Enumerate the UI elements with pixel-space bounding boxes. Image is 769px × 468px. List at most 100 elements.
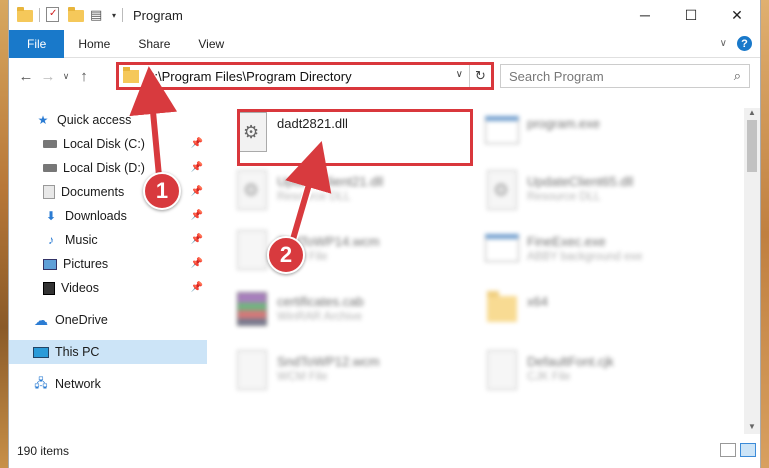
archive-icon (231, 288, 271, 334)
back-arrow-icon[interactable]: ← (15, 68, 37, 85)
file-item-x64[interactable]: x64 (481, 288, 721, 342)
file-name: FineExec.exe (527, 234, 606, 249)
sidebar-item-local-disk-c[interactable]: Local Disk (C:) 📌 (9, 132, 207, 156)
large-icons-view-icon[interactable] (740, 443, 756, 457)
close-button[interactable]: ✕ (714, 0, 760, 30)
sidebar-item-quick-access[interactable]: ★ Quick access (9, 108, 207, 132)
sidebar-item-label: Network (55, 377, 101, 391)
scroll-thumb[interactable] (747, 120, 757, 172)
search-placeholder: Search Program (509, 68, 604, 84)
scroll-up-icon[interactable]: ▲ (744, 108, 760, 120)
quick-access-toolbar: ▤ ▾ (9, 7, 124, 23)
disk-icon (43, 164, 57, 172)
music-icon: ♪ (48, 233, 54, 247)
minimize-button[interactable]: ─ (622, 0, 668, 30)
file-item-defaultfont[interactable]: DefaultFont.cjk CJK File (481, 348, 721, 402)
status-bar: 190 items (9, 434, 760, 468)
file-item-updateclient21[interactable]: ⚙ UpdateClient21.dll Resource DLL (231, 168, 471, 222)
exe-icon (481, 228, 521, 274)
ribbon-tabs: File Home Share View ∨ ? (9, 29, 760, 58)
pin-icon[interactable]: 📌 (191, 162, 203, 173)
vertical-scrollbar[interactable]: ▲ ▼ (744, 108, 760, 434)
computer-icon (33, 346, 49, 358)
documents-icon (43, 185, 55, 199)
file-icon (481, 348, 521, 394)
sidebar-item-local-disk-d[interactable]: Local Disk (D:) 📌 (9, 156, 207, 180)
sidebar-item-label: Videos (61, 281, 99, 295)
download-icon: ⬇ (45, 209, 57, 223)
dll-gear-icon: ⚙ (231, 168, 271, 214)
maximize-button[interactable]: ☐ (668, 0, 714, 30)
window-title: Program (133, 7, 183, 23)
tab-view[interactable]: View (184, 30, 238, 58)
file-name: SndToWP12.wcm (277, 354, 380, 369)
file-name: program.exe (527, 116, 600, 131)
pin-icon[interactable]: 📌 (191, 282, 203, 293)
pin-icon[interactable]: 📌 (191, 258, 203, 269)
address-bar[interactable]: C:\Program Files\Program Directory ∨ ↻ (116, 62, 494, 90)
refresh-icon[interactable]: ↻ (469, 65, 491, 87)
details-view-icon[interactable] (720, 443, 736, 457)
title-bar: ▤ ▾ Program ─ ☐ ✕ (9, 0, 760, 30)
sidebar-item-music[interactable]: ♪ Music 📌 (9, 228, 207, 252)
sidebar-item-label: This PC (55, 345, 100, 359)
videos-icon (43, 281, 55, 295)
sidebar-item-label: Downloads (65, 209, 127, 223)
file-item-certificates[interactable]: certificates.cab WinRAR Archive (231, 288, 471, 342)
sidebar-item-label: Documents (61, 185, 125, 199)
file-type: Resource DLL (527, 191, 601, 203)
sidebar-item-label: Local Disk (C:) (63, 137, 145, 151)
properties-icon[interactable] (46, 7, 62, 23)
sidebar-item-network[interactable]: 🖧 Network (9, 372, 207, 396)
file-name: UpdateClient65.dll (527, 174, 634, 189)
pin-icon[interactable]: 📌 (191, 210, 203, 221)
sidebar-item-label: Quick access (57, 113, 132, 127)
address-row: ← → ∨ ↑ C:\Program Files\Program Directo… (9, 58, 760, 94)
folder-icon (123, 66, 139, 83)
sidebar-item-videos[interactable]: Videos 📌 (9, 276, 207, 300)
callout-1: 1 (143, 172, 181, 210)
file-name: x64 (527, 294, 548, 309)
dll-gear-icon: ⚙ (481, 168, 521, 214)
explorer-window: ▤ ▾ Program ─ ☐ ✕ File Home Share View ∨… (8, 0, 761, 468)
customize-icon[interactable]: ▤ (90, 7, 106, 23)
search-icon[interactable]: ⌕ (734, 68, 741, 84)
file-name: UpdateClient21.dll (277, 174, 384, 189)
highlight-box (237, 109, 473, 166)
forward-arrow-icon[interactable]: → (37, 68, 59, 85)
sidebar-item-pictures[interactable]: Pictures 📌 (9, 252, 207, 276)
search-input[interactable]: Search Program ⌕ (500, 64, 750, 88)
navigation-pane: ★ Quick access Local Disk (C:) 📌 Local D… (9, 108, 207, 434)
ribbon-right: ∨ ? (720, 36, 752, 51)
new-folder-icon[interactable] (68, 7, 84, 23)
up-arrow-icon[interactable]: ↑ (73, 68, 95, 85)
pin-icon[interactable]: 📌 (191, 138, 203, 149)
sidebar-item-downloads[interactable]: ⬇ Downloads 📌 (9, 204, 207, 228)
star-icon: ★ (37, 113, 49, 127)
sidebar-item-label: Pictures (63, 257, 109, 271)
pin-icon[interactable]: 📌 (191, 186, 203, 197)
folder-icon (17, 7, 33, 23)
pin-icon[interactable]: 📌 (191, 234, 203, 245)
file-item-sndtowp12[interactable]: SndToWP12.wcm WCM File (231, 348, 471, 402)
scroll-down-icon[interactable]: ▼ (744, 422, 760, 434)
file-item-fineexec[interactable]: FineExec.exe ABBY background exe (481, 228, 721, 282)
file-icon (231, 228, 271, 274)
chevron-down-icon[interactable]: ∨ (456, 69, 463, 80)
sidebar-item-onedrive[interactable]: ☁ OneDrive (9, 308, 207, 332)
tab-home[interactable]: Home (64, 30, 124, 58)
recent-chevron-icon[interactable]: ∨ (59, 71, 73, 82)
help-icon[interactable]: ? (737, 36, 752, 51)
callout-2: 2 (267, 236, 305, 274)
sidebar-item-label: Local Disk (D:) (63, 161, 145, 175)
file-item-program-exe[interactable]: program.exe (481, 110, 721, 164)
expand-ribbon-icon[interactable]: ∨ (720, 38, 727, 49)
desktop-background-right (761, 0, 769, 468)
file-type: CJK File (527, 371, 571, 383)
file-item-updateclient65[interactable]: ⚙ UpdateClient65.dll Resource DLL (481, 168, 721, 222)
chevron-down-icon[interactable]: ▾ (112, 11, 116, 20)
tab-file[interactable]: File (9, 29, 65, 58)
sidebar-item-this-pc[interactable]: This PC (9, 340, 207, 364)
network-icon: 🖧 (34, 375, 48, 390)
tab-share[interactable]: Share (124, 30, 184, 58)
